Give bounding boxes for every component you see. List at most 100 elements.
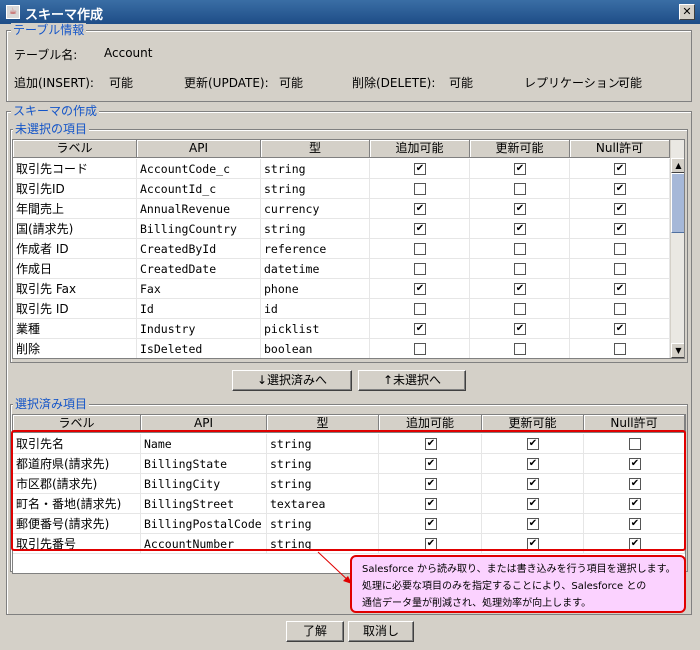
callout-line-1: Salesforce から読み取り、または書き込みを行う項目を選択します。 — [362, 564, 676, 575]
table-row[interactable]: 年間売上 AnnualRevenue currency ✔ ✔ ✔ — [13, 199, 670, 219]
column-header-1[interactable]: API — [137, 140, 261, 158]
table-row[interactable]: 国(請求先) BillingCountry string ✔ ✔ ✔ — [13, 219, 670, 239]
insert-cell: ✔ — [370, 219, 470, 239]
api-cell: Fax — [137, 279, 261, 299]
vertical-scrollbar[interactable]: ▲ ▼ — [670, 140, 684, 358]
scroll-down-arrow-icon[interactable]: ▼ — [671, 343, 684, 358]
api-cell: Industry — [137, 319, 261, 339]
nullable-cell — [570, 239, 670, 259]
nullable-checkbox[interactable]: ✔ — [614, 203, 626, 215]
insert-checkbox[interactable]: ✔ — [414, 323, 426, 335]
nullable-checkbox[interactable]: ✔ — [614, 223, 626, 235]
nullable-checkbox[interactable]: ✔ — [614, 323, 626, 335]
table-name-value: Account — [104, 46, 153, 60]
move-to-selected-button[interactable]: ↓選択済みへ — [232, 370, 352, 391]
insert-checkbox[interactable] — [414, 243, 426, 255]
table-row[interactable]: 作成者 ID CreatedById reference — [13, 239, 670, 259]
insert-checkbox[interactable]: ✔ — [414, 223, 426, 235]
update-checkbox[interactable]: ✔ — [514, 323, 526, 335]
api-cell: AnnualRevenue — [137, 199, 261, 219]
schema-legend: スキーマの作成 — [11, 104, 100, 118]
update-cell — [470, 299, 570, 319]
nullable-checkbox[interactable] — [614, 343, 626, 355]
insert-checkbox[interactable] — [414, 303, 426, 315]
window-titlebar[interactable]: ☕ スキーマ作成 ✕ — [0, 0, 700, 24]
table-row[interactable]: 業種 Industry picklist ✔ ✔ ✔ — [13, 319, 670, 339]
scrollbar-thumb[interactable] — [671, 173, 684, 233]
table-row[interactable]: 取引先 Fax Fax phone ✔ ✔ ✔ — [13, 279, 670, 299]
update-checkbox[interactable]: ✔ — [514, 163, 526, 175]
nullable-cell: ✔ — [570, 159, 670, 179]
column-header-4[interactable]: 更新可能 — [470, 140, 570, 158]
insert-cell — [370, 179, 470, 199]
insert-checkbox[interactable]: ✔ — [414, 283, 426, 295]
insert-cell: ✔ — [370, 199, 470, 219]
nullable-checkbox[interactable]: ✔ — [614, 183, 626, 195]
update-checkbox[interactable] — [514, 183, 526, 195]
table-row[interactable]: 取引先コード AccountCode_c string ✔ ✔ ✔ — [13, 159, 670, 179]
update-checkbox[interactable] — [514, 263, 526, 275]
update-cell — [470, 339, 570, 358]
api-cell: CreatedById — [137, 239, 261, 259]
type-cell: string — [261, 179, 370, 199]
column-header-5[interactable]: Null許可 — [570, 140, 670, 158]
type-cell: phone — [261, 279, 370, 299]
update-cell — [470, 179, 570, 199]
scroll-up-arrow-icon[interactable]: ▲ — [671, 158, 684, 173]
insert-checkbox[interactable] — [414, 343, 426, 355]
update-checkbox[interactable] — [514, 243, 526, 255]
delete-value: 可能 — [449, 76, 474, 90]
update-checkbox[interactable]: ✔ — [514, 203, 526, 215]
update-checkbox[interactable] — [514, 343, 526, 355]
insert-checkbox[interactable]: ✔ — [414, 203, 426, 215]
table-row[interactable]: 取引先ID AccountId_c string ✔ — [13, 179, 670, 199]
nullable-checkbox[interactable]: ✔ — [614, 283, 626, 295]
update-checkbox[interactable]: ✔ — [514, 223, 526, 235]
api-cell: IsDeleted — [137, 339, 261, 358]
replication-label: レプリケーション: — [524, 76, 624, 90]
insert-checkbox[interactable] — [414, 183, 426, 195]
table-info-group: テーブル情報 — [6, 23, 692, 102]
update-label: 更新(UPDATE): — [184, 76, 269, 90]
delete-label: 削除(DELETE): — [352, 76, 436, 90]
nullable-cell — [570, 299, 670, 319]
label-cell: 取引先ID — [13, 179, 137, 199]
insert-value: 可能 — [109, 76, 134, 90]
insert-checkbox[interactable]: ✔ — [414, 163, 426, 175]
insert-cell: ✔ — [370, 319, 470, 339]
replication-value: 可能 — [618, 76, 643, 90]
table-row[interactable]: 削除 IsDeleted boolean — [13, 339, 670, 358]
nullable-checkbox[interactable] — [614, 243, 626, 255]
nullable-cell: ✔ — [570, 319, 670, 339]
api-cell: CreatedDate — [137, 259, 261, 279]
nullable-checkbox[interactable]: ✔ — [614, 163, 626, 175]
close-button[interactable]: ✕ — [679, 4, 695, 20]
column-header-3[interactable]: 追加可能 — [370, 140, 470, 158]
column-header-2[interactable]: 型 — [261, 140, 370, 158]
update-checkbox[interactable]: ✔ — [514, 283, 526, 295]
type-cell: currency — [261, 199, 370, 219]
update-checkbox[interactable] — [514, 303, 526, 315]
nullable-cell: ✔ — [570, 219, 670, 239]
callout-line-3: 通信データ量が削減され、処理効率が向上します。 — [362, 598, 592, 609]
ok-button[interactable]: 了解 — [286, 621, 344, 642]
nullable-cell — [570, 259, 670, 279]
cancel-button[interactable]: 取消し — [348, 621, 414, 642]
table-row[interactable]: 取引先 ID Id id — [13, 299, 670, 319]
api-cell: Id — [137, 299, 261, 319]
nullable-checkbox[interactable] — [614, 303, 626, 315]
move-to-unselected-button[interactable]: ↑未選択へ — [358, 370, 466, 391]
column-header-0[interactable]: ラベル — [13, 140, 137, 158]
nullable-checkbox[interactable] — [614, 263, 626, 275]
insert-checkbox[interactable] — [414, 263, 426, 275]
update-cell — [470, 239, 570, 259]
nullable-cell: ✔ — [570, 179, 670, 199]
nullable-cell: ✔ — [570, 279, 670, 299]
insert-cell: ✔ — [370, 279, 470, 299]
unselected-legend: 未選択の項目 — [13, 122, 90, 136]
insert-cell — [370, 299, 470, 319]
table-row[interactable]: 作成日 CreatedDate datetime — [13, 259, 670, 279]
callout-line-2: 処理に必要な項目のみを指定することにより、Salesforce との — [362, 581, 647, 592]
label-cell: 国(請求先) — [13, 219, 137, 239]
insert-cell — [370, 259, 470, 279]
